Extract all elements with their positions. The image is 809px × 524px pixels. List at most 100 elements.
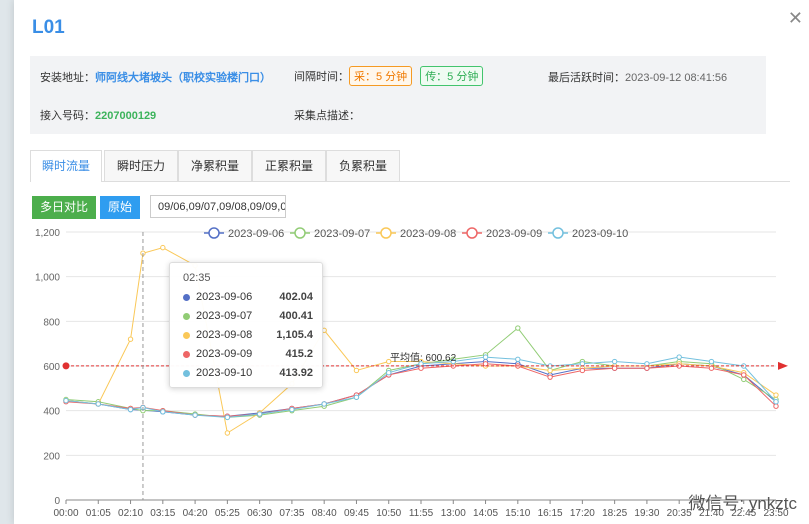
access-row: 接入号码：2207000129 bbox=[40, 107, 156, 123]
y-tick-label: 0 bbox=[54, 496, 60, 507]
raw-button[interactable]: 原始 bbox=[100, 196, 140, 219]
legend-marker bbox=[380, 227, 392, 239]
tooltip-value: 413.92 bbox=[279, 367, 313, 379]
tab-instant-pressure[interactable]: 瞬时压力 bbox=[104, 150, 178, 181]
tooltip-date: 2023-09-10 bbox=[196, 367, 253, 379]
last-active-value: 2023-09-12 08:41:56 bbox=[625, 72, 728, 84]
tooltip-date: 2023-09-06 bbox=[196, 291, 253, 303]
desc-row: 采集点描述： bbox=[294, 107, 360, 123]
data-point bbox=[63, 397, 69, 404]
x-tick-label: 16:15 bbox=[538, 508, 563, 519]
x-tick-label: 05:25 bbox=[215, 508, 240, 519]
multi-day-compare-button[interactable]: 多日对比 bbox=[32, 196, 96, 219]
series-dot-icon bbox=[183, 293, 190, 301]
close-icon[interactable]: ✕ bbox=[788, 8, 803, 29]
data-point bbox=[773, 392, 779, 398]
tooltip-time: 02:35 bbox=[183, 272, 211, 284]
x-tick-label: 04:20 bbox=[183, 508, 208, 519]
series-dot-icon bbox=[183, 369, 190, 377]
tab-negative-cumulative[interactable]: 负累积量 bbox=[326, 150, 400, 181]
address-label: 安装地址： bbox=[40, 72, 95, 84]
x-tick-label: 01:05 bbox=[86, 508, 111, 519]
x-tick-label: 14:05 bbox=[473, 508, 498, 519]
data-point bbox=[579, 361, 586, 367]
flow-chart: 0 200 400 600 800 1,000 1,200 00:00 01:05 02:10 03… bbox=[14, 222, 809, 524]
legend-marker bbox=[294, 227, 306, 239]
series-dot-icon bbox=[183, 350, 190, 358]
data-point bbox=[482, 354, 489, 360]
desc-label: 采集点描述： bbox=[294, 110, 360, 122]
date-input[interactable]: 09/06,09/07,09/08,09/09,09/10 bbox=[150, 195, 286, 218]
data-point bbox=[127, 336, 134, 342]
x-tick-label: 15:10 bbox=[505, 508, 530, 519]
average-label: 平均值: 600.62 bbox=[390, 351, 457, 364]
data-point bbox=[547, 374, 553, 380]
data-point bbox=[611, 365, 618, 371]
legend-marker bbox=[466, 227, 478, 239]
tooltip-row: 2023-09-06 402.04 bbox=[183, 291, 313, 307]
data-point bbox=[192, 412, 198, 418]
data-point bbox=[160, 244, 166, 251]
tab-bar: 瞬时流量 瞬时压力 净累积量 正累积量 负累积量 bbox=[30, 150, 790, 182]
collect-interval-badge: 采：5 分钟 bbox=[349, 66, 413, 86]
y-tick-label: 200 bbox=[43, 451, 60, 462]
tab-positive-cumulative[interactable]: 正累积量 bbox=[252, 150, 326, 181]
legend-label: 2023-09-06 bbox=[228, 228, 284, 240]
average-end-arrow bbox=[778, 361, 788, 370]
data-point bbox=[353, 367, 360, 374]
y-tick-label: 1,200 bbox=[35, 228, 60, 239]
x-tick-label: 06:30 bbox=[247, 508, 272, 519]
data-point bbox=[644, 361, 650, 367]
data-point bbox=[127, 406, 134, 413]
x-tick-label: 19:30 bbox=[634, 508, 659, 519]
transmit-interval-badge: 传：5 分钟 bbox=[420, 66, 484, 86]
legend-marker bbox=[552, 227, 564, 239]
data-point bbox=[708, 365, 715, 371]
data-point bbox=[644, 365, 650, 371]
data-point bbox=[224, 430, 231, 436]
access-label: 接入号码： bbox=[40, 110, 95, 122]
data-point bbox=[95, 401, 101, 407]
data-point bbox=[773, 403, 779, 409]
tab-net-cumulative[interactable]: 净累积量 bbox=[178, 150, 252, 181]
tooltip-value: 400.41 bbox=[279, 310, 313, 322]
last-active-label: 最后活跃时间： bbox=[548, 72, 625, 84]
x-tick-label: 13:00 bbox=[441, 508, 466, 519]
data-point bbox=[482, 361, 489, 367]
data-point bbox=[611, 358, 618, 365]
x-tick-label: 07:35 bbox=[279, 508, 304, 519]
tab-instant-flow[interactable]: 瞬时流量 bbox=[30, 150, 102, 182]
tooltip-value: 415.2 bbox=[285, 348, 313, 360]
data-point bbox=[741, 372, 747, 378]
series-dot-icon bbox=[183, 331, 190, 339]
x-tick-label: 09:45 bbox=[344, 508, 369, 519]
x-tick-label: 18:25 bbox=[602, 508, 627, 519]
data-point bbox=[676, 354, 682, 360]
tooltip-value: 402.04 bbox=[279, 291, 313, 303]
last-active-row: 最后活跃时间：2023-09-12 08:41:56 bbox=[548, 69, 727, 85]
tooltip-row: 2023-09-07 400.41 bbox=[183, 310, 313, 326]
y-tick-label: 600 bbox=[43, 362, 60, 373]
legend-label: 2023-09-07 bbox=[314, 228, 370, 240]
x-tick-label: 10:50 bbox=[376, 508, 401, 519]
data-point bbox=[321, 401, 327, 407]
chart-svg: 0 200 400 600 800 1,000 1,200 00:00 01:05 02:10 03… bbox=[35, 227, 789, 519]
legend-label: 2023-09-09 bbox=[486, 228, 542, 240]
data-point bbox=[515, 325, 521, 331]
data-point bbox=[773, 399, 779, 405]
x-tick-label: 03:15 bbox=[150, 508, 175, 519]
data-point bbox=[256, 411, 263, 417]
y-tick-label: 400 bbox=[43, 407, 60, 418]
data-point bbox=[547, 367, 553, 374]
x-tick-label: 17:20 bbox=[570, 508, 595, 519]
data-point bbox=[579, 367, 586, 374]
data-point bbox=[353, 394, 360, 400]
detail-modal: L01 ✕ 安装地址：师阿线大堵坡头（职校实验楼门口） 间隔时间： 采：5 分钟传… bbox=[14, 0, 809, 524]
tooltip-row: 2023-09-10 413.92 bbox=[183, 367, 313, 383]
info-panel: 安装地址：师阿线大堵坡头（职校实验楼门口） 间隔时间： 采：5 分钟 传：5 分钟 … bbox=[30, 56, 766, 134]
access-number: 2207000129 bbox=[95, 110, 157, 122]
y-tick-label: 1,000 bbox=[35, 273, 60, 284]
legend-label: 2023-09-10 bbox=[572, 228, 628, 240]
x-tick-label: 08:40 bbox=[312, 508, 337, 519]
address-value: 师阿线大堵坡头（职校实验楼门口） bbox=[95, 72, 271, 84]
